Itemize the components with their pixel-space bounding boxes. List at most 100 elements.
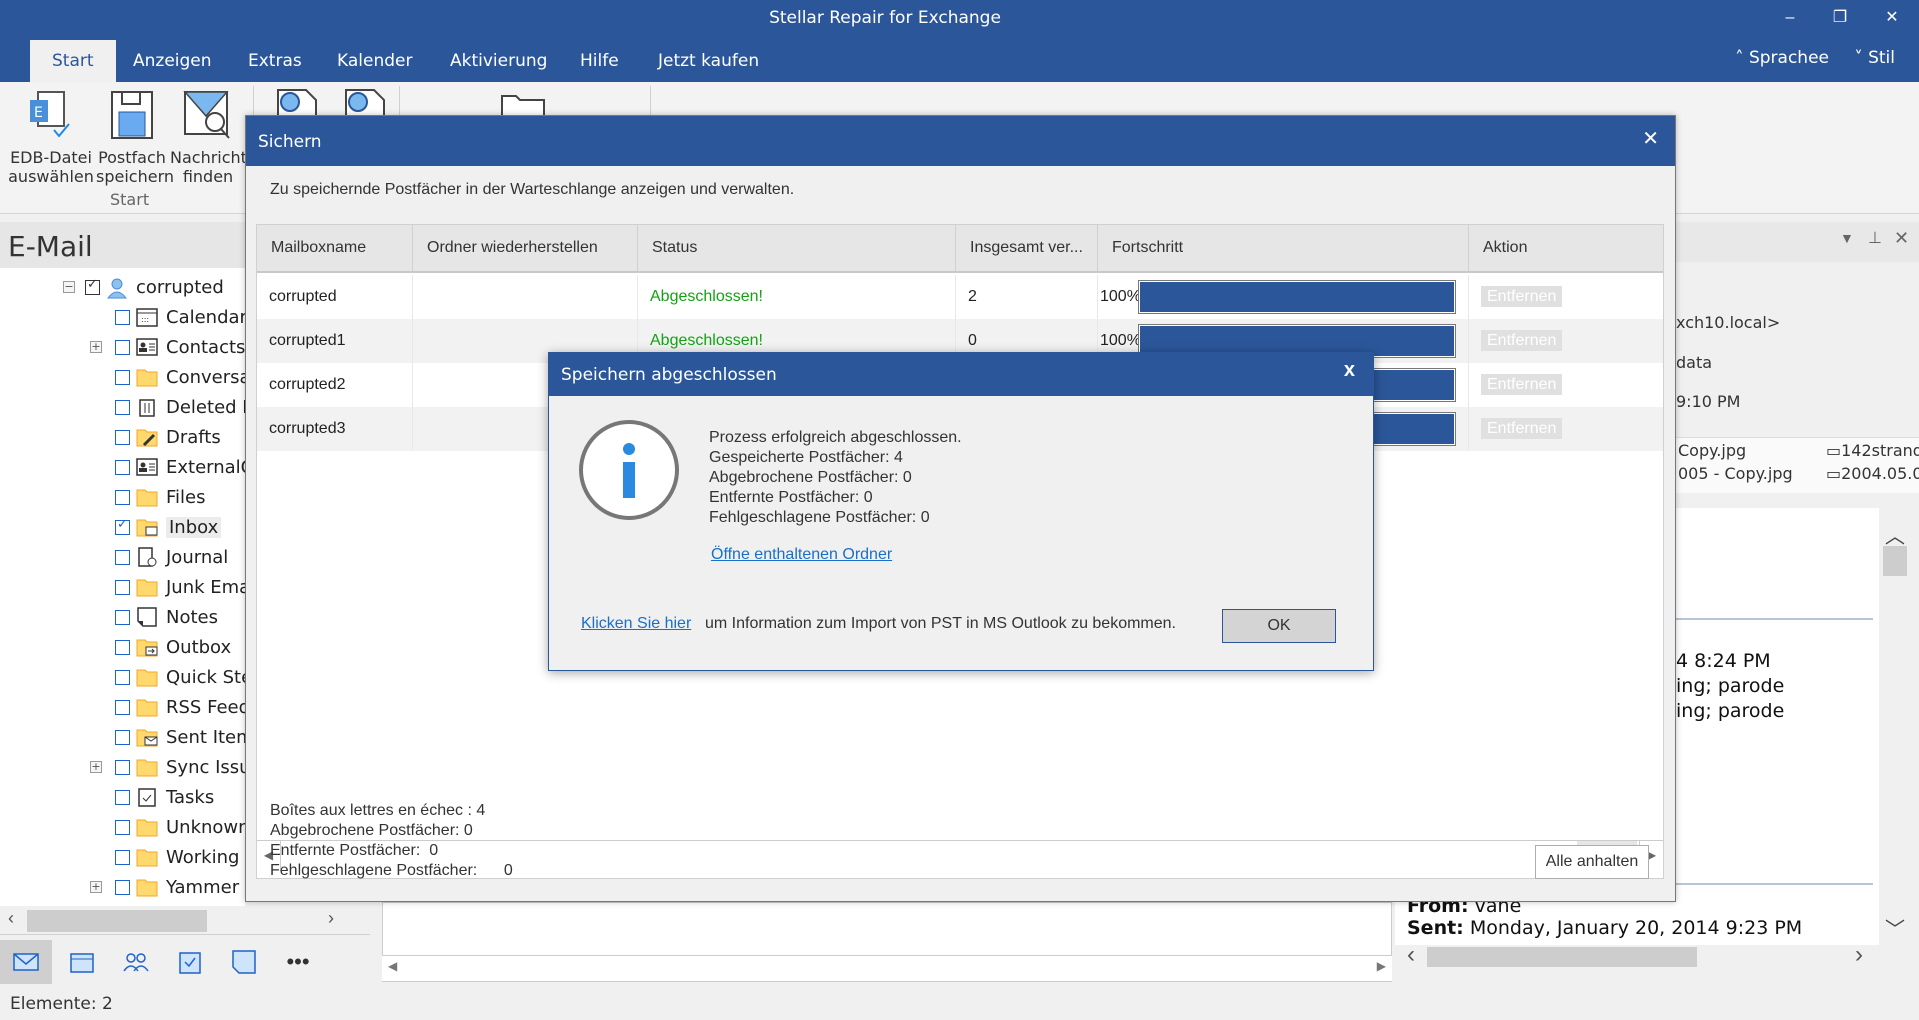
folder-checkbox[interactable] — [115, 729, 130, 745]
tab-jetzt-kaufen[interactable]: Jetzt kaufen — [636, 40, 781, 82]
col-aktion[interactable]: Aktion — [1469, 225, 1663, 271]
scroll-down-icon[interactable]: ﹀ — [1885, 913, 1905, 942]
ok-button[interactable]: OK — [1222, 609, 1336, 643]
table-row[interactable]: corrupted Abgeschlossen! 2 100% Entfernen — [257, 275, 1663, 319]
scroll-thumb[interactable] — [27, 910, 207, 932]
col-fortschritt[interactable]: Fortschritt — [1098, 225, 1469, 271]
tree-item-conversat[interactable]: Conversat — [115, 363, 258, 391]
dropdown-icon[interactable]: ▼ — [1840, 230, 1854, 246]
scroll-left-icon[interactable]: ‹ — [8, 908, 14, 929]
attachment[interactable]: ▭142strand — [1826, 441, 1919, 460]
scroll-right-icon[interactable]: ▶ — [1377, 959, 1386, 973]
folder-checkbox[interactable] — [115, 819, 130, 835]
tree-item-unknown[interactable]: Unknown — [115, 813, 250, 841]
stop-all-button[interactable]: Alle anhalten — [1535, 845, 1649, 879]
remove-button[interactable]: Entfernen — [1481, 418, 1563, 439]
tree-item-tasks[interactable]: Tasks — [115, 783, 214, 811]
remove-button[interactable]: Entfernen — [1481, 286, 1563, 307]
folder-checkbox[interactable] — [115, 489, 130, 505]
tab-anzeigen[interactable]: Anzeigen — [111, 40, 234, 82]
tree-item-journal[interactable]: Journal — [115, 543, 228, 571]
tree-item-rss-feeds[interactable]: RSS Feeds — [115, 693, 259, 721]
find-message-button[interactable]: Nachricht finden — [170, 88, 247, 186]
preview-vscrollbar[interactable]: ︿ ﹀ — [1880, 508, 1910, 968]
col-mailboxname[interactable]: Mailboxname — [257, 225, 413, 271]
folder-checkbox[interactable] — [115, 789, 130, 805]
col-insgesamt[interactable]: Insgesamt ver... — [956, 225, 1098, 271]
scroll-right-icon[interactable]: › — [1855, 941, 1863, 969]
calendar-nav-button[interactable] — [56, 940, 108, 984]
folder-checkbox[interactable] — [115, 429, 130, 445]
scroll-left-icon[interactable]: ‹ — [1407, 941, 1415, 969]
tree-item-deleted-it[interactable]: Deleted It — [115, 393, 255, 421]
folder-checkbox[interactable] — [115, 759, 130, 775]
folder-checkbox[interactable] — [115, 369, 130, 385]
col-status[interactable]: Status — [638, 225, 956, 271]
attachment[interactable]: 005 - Copy.jpg — [1678, 464, 1793, 483]
mail-nav-button[interactable] — [0, 940, 52, 984]
folder-checkbox[interactable] — [115, 849, 130, 865]
tab-hilfe[interactable]: Hilfe — [558, 40, 641, 82]
close-pane-icon[interactable]: ✕ — [1894, 228, 1909, 249]
tree-item-drafts[interactable]: Drafts — [115, 423, 221, 451]
folder-checkbox[interactable] — [115, 639, 130, 655]
folder-checkbox[interactable] — [115, 579, 130, 595]
tree-item-sync-issue[interactable]: + Sync Issue — [90, 753, 262, 781]
tree-item-quick-step[interactable]: Quick Step — [115, 663, 264, 691]
expand-icon[interactable]: + — [90, 761, 102, 773]
language-menu[interactable]: ˄ Sprachee — [1735, 48, 1829, 68]
preview-hscrollbar[interactable]: ‹ › — [1395, 941, 1880, 969]
scroll-thumb[interactable] — [1427, 947, 1697, 967]
open-folder-link[interactable]: Öffne enthaltenen Ordner — [711, 546, 892, 564]
folder-checkbox[interactable] — [115, 517, 130, 535]
save-mailbox-button[interactable]: Postfach speichern — [96, 88, 174, 186]
tab-start[interactable]: Start — [30, 40, 116, 82]
root-checkbox[interactable] — [85, 277, 100, 295]
attachment[interactable]: Copy.jpg — [1678, 441, 1746, 460]
tree-root[interactable]: − corrupted — [63, 273, 224, 301]
folder-checkbox[interactable] — [115, 669, 130, 685]
folder-checkbox[interactable] — [115, 459, 130, 475]
sidebar-hscrollbar[interactable]: ‹ › — [0, 906, 370, 934]
folder-checkbox[interactable] — [115, 879, 130, 895]
click-here-link[interactable]: Klicken Sie hier — [581, 615, 691, 633]
close-icon[interactable]: x — [1344, 359, 1355, 382]
tree-item-notes[interactable]: Notes — [115, 603, 218, 631]
people-nav-button[interactable] — [110, 940, 162, 984]
folder-checkbox[interactable] — [115, 699, 130, 715]
tree-item-externalco[interactable]: ExternalCo — [115, 453, 264, 481]
scroll-right-icon[interactable]: › — [328, 908, 334, 929]
list-hscrollbar[interactable]: ◀ ▶ — [382, 955, 1392, 981]
collapse-icon[interactable]: − — [63, 281, 75, 293]
tree-item-sent-items[interactable]: Sent Items — [115, 723, 263, 751]
folder-checkbox[interactable] — [115, 549, 130, 565]
tab-aktivierung[interactable]: Aktivierung — [428, 40, 569, 82]
tree-item-yammer-r[interactable]: + Yammer R — [90, 873, 257, 901]
pin-icon[interactable]: ⊥ — [1868, 228, 1882, 248]
tree-item-files[interactable]: Files — [115, 483, 206, 511]
tree-item-calendar[interactable]: ::: Calendar — [115, 303, 247, 331]
close-icon[interactable]: ✕ — [1642, 126, 1659, 151]
col-ordner[interactable]: Ordner wiederherstellen — [413, 225, 638, 271]
style-menu[interactable]: ˅ Stil — [1854, 48, 1895, 68]
folder-checkbox[interactable] — [115, 339, 130, 355]
close-window-button[interactable]: ✕ — [1872, 4, 1912, 32]
tree-item-junk-emai[interactable]: Junk Emai — [115, 573, 255, 601]
minimize-button[interactable]: – — [1770, 4, 1810, 32]
notes-nav-button[interactable] — [218, 940, 270, 984]
tree-item-outbox[interactable]: Outbox — [115, 633, 231, 661]
attachment[interactable]: ▭2004.05.0 — [1826, 464, 1919, 483]
restore-button[interactable]: ❐ — [1820, 4, 1860, 32]
select-edb-button[interactable]: E EDB-Datei auswählen — [8, 88, 94, 186]
tree-item-contacts[interactable]: + Contacts — [90, 333, 245, 361]
remove-button[interactable]: Entfernen — [1481, 330, 1563, 351]
expand-icon[interactable]: + — [90, 881, 102, 893]
folder-checkbox[interactable] — [115, 609, 130, 625]
scroll-thumb[interactable] — [1883, 546, 1907, 576]
folder-checkbox[interactable] — [115, 309, 130, 325]
folder-checkbox[interactable] — [115, 399, 130, 415]
scroll-left-icon[interactable]: ◀ — [388, 959, 397, 973]
tasks-nav-button[interactable] — [164, 940, 216, 984]
expand-icon[interactable]: + — [90, 341, 102, 353]
more-icon[interactable]: ••• — [272, 940, 324, 984]
